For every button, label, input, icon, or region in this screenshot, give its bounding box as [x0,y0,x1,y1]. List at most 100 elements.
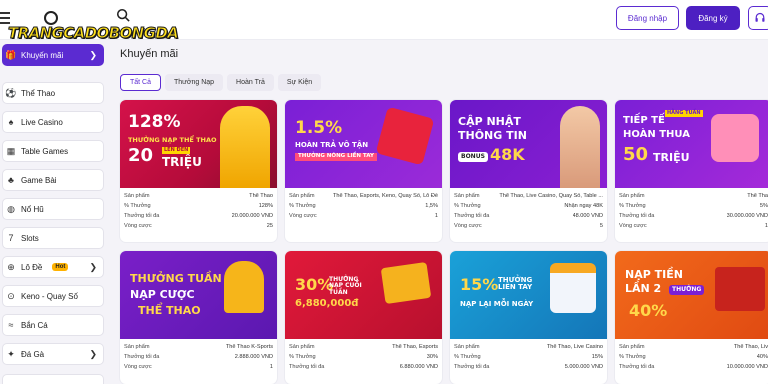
promo-banner[interactable]: 15% THƯỞNG LIÊN TAY NẠP LẠI MỖI NGÀY [450,251,607,339]
label-rounds: Vòng cược [289,213,317,219]
promo-card[interactable]: CẬP NHẬT THÔNG TIN BONUS 48K Sản phẩm Thể… [450,100,607,242]
sidebar-item-promotions[interactable]: 🎁 Khuyến mãi ❯ [2,44,104,66]
banner-subtitle: HOÀN THUA [623,129,690,140]
value-bonus: 1,5% [425,203,438,209]
promo-card[interactable]: 1.5% HOÀN TRẢ VÔ TẬN THƯỞNG NÓNG LIỀN TA… [285,100,442,242]
value-max: 48.000 VND [572,213,603,219]
sidebar-item-label: Live Casino [21,117,63,127]
chevron-right-icon: ❯ [89,349,97,359]
card-game-icon: ♣ [8,175,14,185]
value-product: Thể Thao, Esports [392,344,438,350]
label-bonus: % Thưởng [619,203,646,209]
sidebar-item-cockfight[interactable]: ✦ Đá Gà ❯ [2,343,104,365]
value-rounds: 1 [434,213,438,219]
login-button[interactable]: Đăng nhập [616,6,679,30]
register-button[interactable]: Đăng ký [686,6,740,30]
value-bonus: 15% [591,354,603,360]
label-product: Sản phẩm [454,193,480,199]
value-product: Thể Thao, Esports, Keno, Quay Số, Lô Đề [333,193,438,199]
label-max: Thưởng tối đa [454,364,490,370]
promo-banner[interactable]: 128% THƯỞNG NẠP THỂ THAO 20 LÊN ĐẾN TRIỆ… [120,100,277,188]
value-rounds: 25 [266,223,273,229]
sidebar-item-label: Slots [21,233,39,243]
model-figure [560,106,600,188]
slot-icon: 7 [8,233,14,243]
tab-all[interactable]: Tất Cả [120,74,162,91]
sidebar: 🎁 Khuyến mãi ❯ ⚽ Thể Thao ♠ Live Casino … [0,40,108,384]
lottery-icon: ⊕ [7,261,15,272]
label-product: Sản phẩm [124,344,150,350]
banner-amount: 6,880,000đ [295,298,359,309]
banner-tag: THỂ THAO [138,304,201,317]
banner-amount: 20 [128,145,154,166]
banner-amount: 40% [629,301,668,320]
sidebar-item-label: Nổ Hũ [21,204,44,214]
value-product: Thể Thao, Live Casino [546,344,603,350]
value-max: 10.000.000 VND [726,364,768,370]
promo-card[interactable]: THƯỞNG TUẦN NẠP CƯỢC THỂ THAO Sản phẩm Th… [120,251,277,384]
chevron-right-icon: ❯ [89,262,97,272]
label-max: Thưởng tối đa [124,213,160,219]
sidebar-item-lottery[interactable]: ⊕ Lô Đề Hot ❯ [2,256,104,278]
sidebar-item-fishing[interactable]: ≈ Bắn Cá [2,314,104,336]
promo-card[interactable]: 15% THƯỞNG LIÊN TAY NẠP LẠI MỖI NGÀY Sản… [450,251,607,384]
sidebar-item-live-casino[interactable]: ♠ Live Casino [2,111,104,133]
sidebar-item-table-games[interactable]: ▦ Table Games [2,140,104,162]
gift-icon: 🎁 [5,49,17,60]
value-product: Thể Thao, Liv [733,344,768,350]
sidebar-item-jackpot[interactable]: ◍ Nổ Hũ [2,198,104,220]
promo-card[interactable]: 128% THƯỞNG NẠP THỂ THAO 20 LÊN ĐẾN TRIỆ… [120,100,277,242]
banner-headline: TIẾP TẾ [623,115,665,126]
gift-box-graphic [715,267,765,311]
label-bonus: % Thưởng [619,354,646,360]
rooster-icon: ✦ [7,348,15,359]
banner-headline: CẬP NHẬT [458,115,521,128]
banner-subtitle: THƯỞNG LIÊN TAY [498,276,533,292]
banner-subtitle: NẠP CƯỢC [130,288,195,301]
banner-unit: TRIỆU [162,155,202,169]
sidebar-item-card-games[interactable]: ♣ Game Bài [2,169,104,191]
promo-banner[interactable]: 30% THƯỞNG NẠP CUỐI TUẦN 6,880,000đ [285,251,442,339]
sidebar-item-keno[interactable]: ⊙ Keno - Quay Số [2,285,104,307]
soccer-ball-logo-icon [44,11,58,25]
tab-events[interactable]: Sự Kiện [277,74,322,91]
support-headset-icon[interactable] [748,6,768,30]
banner-subtitle: THƯỞNG NẠP THỂ THAO [128,136,217,144]
label-bonus: % Thưởng [289,203,316,209]
banner-headline: NẠP TIỀN [625,268,683,281]
sidebar-item-partial[interactable] [2,374,104,384]
promo-banner[interactable]: TIẾP TẾ HẰNG TUẦN HOÀN THUA 50 TRIỆU [615,100,768,188]
value-product: Thể Tha [747,193,768,199]
label-product: Sản phẩm [124,193,150,199]
label-max: Thưởng tối đa [454,213,490,219]
sidebar-item-sports[interactable]: ⚽ Thể Thao [2,82,104,104]
banner-tag: THƯỞNG NÓNG LIỀN TAY [295,153,377,161]
value-bonus: 128% [258,203,273,209]
sidebar-item-label: Game Bài [21,175,57,185]
site-logo[interactable]: TRANGCADOBONGDA [6,8,179,43]
banner-tag: HẰNG TUẦN [665,110,703,118]
label-max: Thưởng tối đa [124,354,160,360]
tab-deposit-bonus[interactable]: Thưởng Nạp [165,74,224,91]
banner-tag: LÊN ĐẾN [162,147,191,155]
promo-card[interactable]: TIẾP TẾ HẰNG TUẦN HOÀN THUA 50 TRIỆU Sản… [615,100,768,242]
promo-card[interactable]: NẠP TIỀN LẦN 2 THƯỞNG 40% Sản phẩm Thể Th… [615,251,768,384]
promo-tabs: Tất Cả Thưởng Nạp Hoàn Trả Sự Kiện [120,74,322,91]
trophy-graphic [224,261,264,313]
promo-card[interactable]: 30% THƯỞNG NẠP CUỐI TUẦN 6,880,000đ Sản … [285,251,442,384]
promo-banner[interactable]: 1.5% HOÀN TRẢ VÔ TẬN THƯỞNG NÓNG LIỀN TA… [285,100,442,188]
search-icon[interactable] [116,8,136,28]
sidebar-item-slots[interactable]: 7 Slots [2,227,104,249]
sidebar-item-label: Bắn Cá [21,320,48,330]
tab-rebate[interactable]: Hoàn Trả [227,74,274,91]
player-figure [220,106,270,188]
banner-headline: 128% [128,112,181,132]
label-product: Sản phẩm [454,344,480,350]
label-rounds: Vòng cược [124,223,152,229]
banner-tag: NẠP LẠI MỖI NGÀY [460,300,534,308]
promo-banner[interactable]: THƯỞNG TUẦN NẠP CƯỢC THỂ THAO [120,251,277,339]
wallet-graphic [380,261,432,305]
promo-banner[interactable]: NẠP TIỀN LẦN 2 THƯỞNG 40% [615,251,768,339]
label-bonus: % Thưởng [289,354,316,360]
promo-banner[interactable]: CẬP NHẬT THÔNG TIN BONUS 48K [450,100,607,188]
